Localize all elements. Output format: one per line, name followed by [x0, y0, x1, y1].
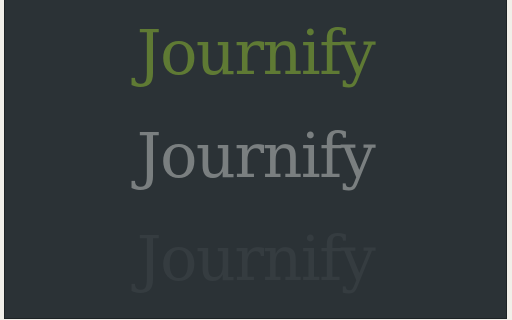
logo-wordmark-gray: Journify: [136, 119, 376, 192]
logo-preview-canvas: Journify Journify Journify: [4, 0, 507, 319]
logo-wordmark-faded: Journify: [136, 222, 376, 295]
logo-wordmark-green: Journify: [136, 16, 376, 89]
